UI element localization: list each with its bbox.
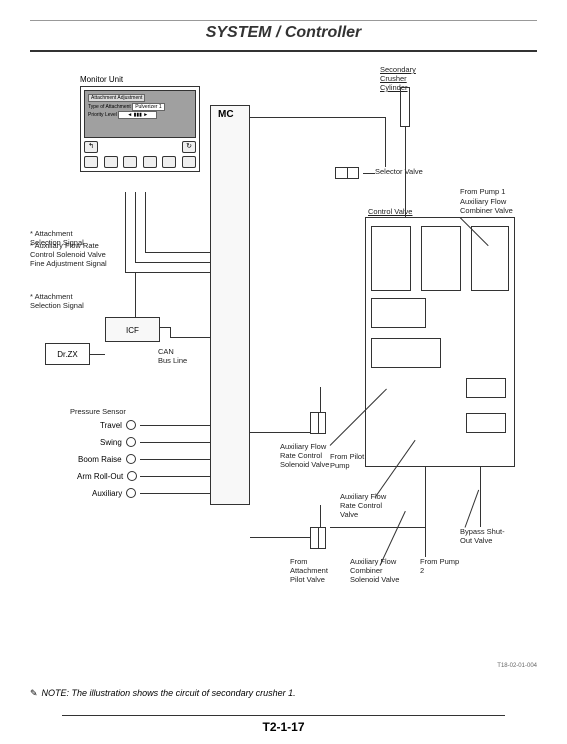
fn-button[interactable]: [143, 156, 157, 168]
label-aux-flow-comb-sol: Auxiliary Flow Combiner Solenoid Valve: [350, 557, 405, 584]
label-aux-flow-combiner: Auxiliary Flow Combiner Valve: [460, 197, 520, 215]
selector-valve: [335, 167, 359, 179]
monitor-label: Monitor Unit: [80, 75, 200, 84]
label-aux-flow-fine: * Auxiliary Flow Rate Control Solenoid V…: [30, 241, 115, 268]
page-number: T2-1-17: [62, 715, 504, 734]
sensor-boom: Boom Raise: [78, 454, 136, 464]
fn-button[interactable]: [84, 156, 98, 168]
note-text: NOTE: The illustration shows the circuit…: [30, 688, 340, 699]
drzx-box: Dr.ZX: [45, 343, 90, 365]
mc-label: MC: [218, 109, 234, 120]
monitor-unit: Monitor Unit Attachment Adjustment Type …: [80, 75, 200, 172]
label-pressure-sensor: Pressure Sensor: [70, 407, 126, 416]
fn-button[interactable]: [104, 156, 118, 168]
sensor-arm: Arm Roll-Out: [77, 471, 137, 481]
icf-box: ICF: [105, 317, 160, 342]
mc-block: [210, 105, 250, 505]
monitor-screen: Attachment Adjustment Type of Attachment…: [84, 90, 196, 138]
diagram-area: Monitor Unit Attachment Adjustment Type …: [30, 67, 537, 647]
figure-id: T18-02-01-004: [497, 663, 537, 669]
control-valve-block: [365, 217, 515, 467]
label-from-pilot: From Pilot Pump: [330, 452, 370, 470]
label-from-pump2: From Pump 2: [420, 557, 460, 575]
sensor-icon: [127, 471, 137, 481]
label-aux-flow-rate: Auxiliary Flow Rate Control Valve: [340, 492, 400, 519]
solenoid-valve-2: [310, 527, 326, 549]
return-button[interactable]: ↻: [182, 141, 196, 153]
label-aux-flow-sol: Auxiliary Flow Rate Control Solenoid Val…: [280, 442, 335, 469]
page-title: SYSTEM / Controller: [30, 24, 537, 42]
label-attach-sel-2: * Attachment Selection Signal: [30, 292, 105, 310]
label-can-bus: CAN Bus Line: [158, 347, 188, 365]
sensor-icon: [126, 488, 136, 498]
solenoid-valve-1: [310, 412, 326, 434]
page-header: SYSTEM / Controller: [30, 20, 537, 52]
monitor-fn-row: [84, 156, 196, 168]
label-from-attach-pilot: From Attachment Pilot Valve: [290, 557, 340, 584]
sensor-icon: [126, 454, 136, 464]
monitor-nav-row: ↰ ↻: [84, 141, 196, 153]
fn-button[interactable]: [182, 156, 196, 168]
label-selector-valve: Selector Valve: [375, 167, 423, 176]
page: SYSTEM / Controller Monitor Unit Attachm…: [0, 0, 567, 744]
label-from-pump1: From Pump 1: [460, 187, 515, 196]
sensor-icon: [126, 437, 136, 447]
crusher-cylinder: [400, 87, 410, 127]
fn-button[interactable]: [162, 156, 176, 168]
sensor-swing: Swing: [100, 437, 136, 447]
label-bypass: Bypass Shut-Out Valve: [460, 527, 515, 545]
back-button[interactable]: ↰: [84, 141, 98, 153]
monitor-box: Attachment Adjustment Type of Attachment…: [80, 86, 200, 172]
fn-button[interactable]: [123, 156, 137, 168]
sensor-aux: Auxiliary: [92, 488, 136, 498]
sensor-travel: Travel: [100, 420, 136, 430]
sensor-icon: [126, 420, 136, 430]
page-number-bar: T2-1-17: [0, 709, 567, 734]
screen-title: Attachment Adjustment: [88, 94, 145, 102]
